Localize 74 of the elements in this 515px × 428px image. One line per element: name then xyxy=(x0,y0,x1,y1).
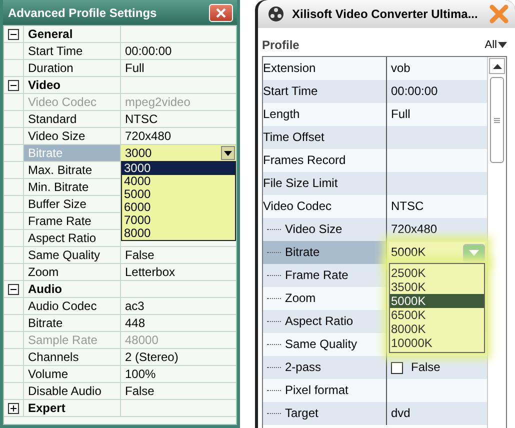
property-name[interactable]: Zoom xyxy=(24,264,121,280)
property-name[interactable]: Bitrate xyxy=(263,241,387,264)
property-value: False xyxy=(125,384,154,398)
property-name[interactable]: Same Quality xyxy=(24,247,121,263)
property-name[interactable]: Standard xyxy=(24,111,121,127)
property-value: Full xyxy=(125,61,144,75)
property-value: NTSC xyxy=(125,112,158,126)
property-name[interactable]: Channels xyxy=(24,349,121,365)
property-name[interactable]: Min. Bitrate xyxy=(24,179,121,195)
profile-heading: Profile xyxy=(262,38,300,52)
dropdown-option[interactable]: 5000K xyxy=(390,294,484,308)
film-reel-icon xyxy=(268,6,284,22)
property-value: 00:00:00 xyxy=(391,83,438,100)
property-value: Full xyxy=(391,106,410,123)
property-value: ac3 xyxy=(125,299,144,313)
group-label: Video xyxy=(24,77,121,93)
collapse-icon[interactable] xyxy=(8,80,19,90)
bitrate-dropdown[interactable]: 3000 xyxy=(121,145,236,161)
property-value: mpeg2video xyxy=(125,95,190,109)
expand-icon[interactable] xyxy=(8,402,19,414)
caret-icon xyxy=(498,42,507,48)
collapse-icon[interactable] xyxy=(8,28,19,40)
property-name[interactable]: Frame Rate xyxy=(24,213,121,229)
close-icon xyxy=(216,8,226,18)
dropdown-option[interactable]: 8000K xyxy=(390,322,484,336)
property-value: 48000 xyxy=(125,333,158,347)
dropdown-option[interactable]: 3000 xyxy=(122,162,235,175)
dropdown-option[interactable]: 5000 xyxy=(122,188,235,201)
property-value: dvd xyxy=(391,405,410,422)
bitrate-dropdown[interactable]: 5000K xyxy=(389,242,485,263)
property-name[interactable]: Disable Audio xyxy=(24,383,121,399)
property-name[interactable]: Bitrate xyxy=(24,315,121,331)
window-title: Xilisoft Video Converter Ultima... xyxy=(292,7,479,21)
property-value: False xyxy=(125,248,154,262)
collapse-icon[interactable] xyxy=(8,284,19,294)
dropdown-option[interactable]: 7000 xyxy=(122,214,235,227)
property-value: 448 xyxy=(125,316,146,330)
window-title: Advanced Profile Settings xyxy=(8,6,157,20)
dropdown-option[interactable]: 6000 xyxy=(122,201,235,214)
group-label: Audio xyxy=(24,281,121,297)
scroll-up-icon xyxy=(492,64,502,68)
group-label: Expert xyxy=(24,400,121,416)
property-name[interactable]: Audio Codec xyxy=(24,298,121,314)
property-name[interactable]: Aspect Ratio xyxy=(24,230,121,246)
property-value: False xyxy=(411,359,440,376)
grip-icon xyxy=(494,118,500,122)
property-name[interactable]: Video Size xyxy=(24,128,121,144)
dropdown-option[interactable]: 2500K xyxy=(390,266,484,280)
dropdown-option[interactable]: 10000K xyxy=(390,336,484,350)
property-value: NTSC xyxy=(391,198,424,215)
dropdown-option[interactable]: 3500K xyxy=(390,280,484,294)
property-name[interactable]: Target xyxy=(263,402,387,425)
group-label: General xyxy=(24,26,121,42)
dropdown-option[interactable]: 8000 xyxy=(122,227,235,240)
dropdown-option[interactable]: 6500K xyxy=(390,308,484,322)
close-button[interactable] xyxy=(209,4,233,22)
property-name[interactable]: Duration xyxy=(24,60,121,76)
scrollbar[interactable] xyxy=(487,57,506,428)
property-value: vob xyxy=(391,60,410,77)
property-name[interactable]: Start Time xyxy=(24,43,121,59)
property-value: 720x480 xyxy=(125,129,172,143)
caret-icon xyxy=(224,150,232,156)
property-name[interactable]: Volume xyxy=(24,366,121,382)
property-value: Letterbox xyxy=(125,265,176,279)
filter-dropdown[interactable]: All xyxy=(484,39,507,51)
property-name[interactable]: Max. Bitrate xyxy=(24,162,121,178)
property-value: 100% xyxy=(125,367,156,381)
property-value: 2 (Stereo) xyxy=(125,350,178,364)
dropdown-option[interactable]: 4000 xyxy=(122,175,235,188)
property-value: 720x480 xyxy=(391,221,438,238)
caret-icon xyxy=(469,250,479,256)
property-name[interactable]: Buffer Size xyxy=(24,196,121,212)
property-value: 00:00:00 xyxy=(125,44,172,58)
checkbox[interactable] xyxy=(391,362,403,374)
